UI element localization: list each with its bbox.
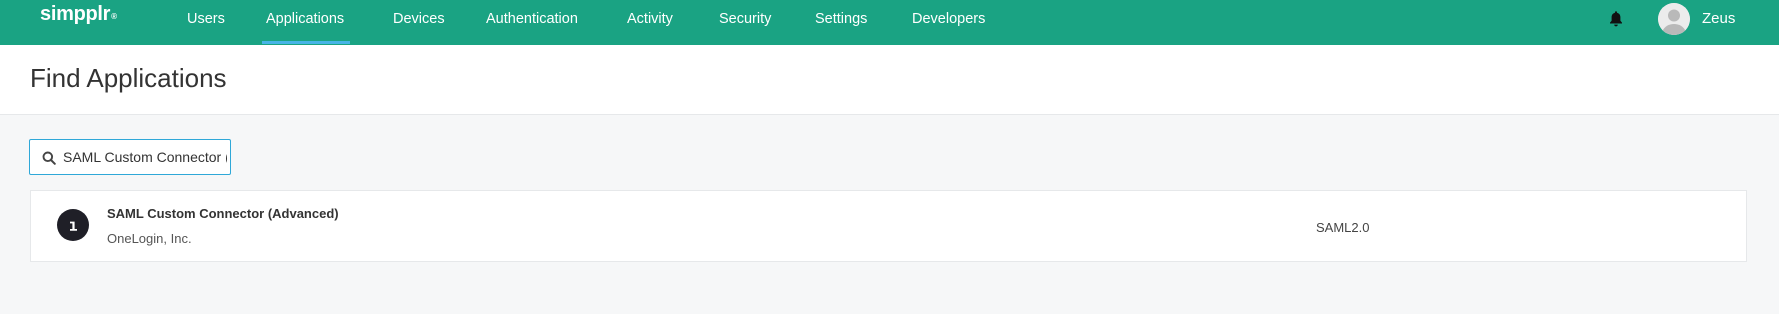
avatar-silhouette (1658, 3, 1690, 35)
app-vendor: OneLogin, Inc. (107, 231, 192, 246)
search-input[interactable] (63, 147, 227, 167)
app-result-row[interactable]: SAML Custom Connector (Advanced) OneLogi… (30, 190, 1747, 262)
nav-item-devices[interactable]: Devices (393, 0, 445, 45)
top-navigation-bar: simpplr® Users Applications Devices Auth… (0, 0, 1779, 45)
nav-item-security[interactable]: Security (719, 0, 771, 45)
user-avatar-icon[interactable] (1658, 3, 1690, 35)
logo-registered-mark: ® (111, 12, 117, 21)
nav-item-activity[interactable]: Activity (627, 0, 673, 45)
nav-item-settings[interactable]: Settings (815, 0, 867, 45)
app-name[interactable]: SAML Custom Connector (Advanced) (107, 206, 339, 221)
bell-icon[interactable] (1608, 10, 1624, 28)
search-icon (42, 151, 56, 165)
onelogin-logo-icon (57, 209, 89, 241)
onelogin-glyph (70, 221, 77, 231)
page-title: Find Applications (30, 63, 227, 93)
logo-text: simpplr (40, 3, 111, 25)
nav-item-developers[interactable]: Developers (912, 0, 985, 45)
search-box[interactable] (29, 139, 231, 175)
nav-item-authentication[interactable]: Authentication (486, 0, 578, 45)
nav-item-users[interactable]: Users (187, 0, 225, 45)
page-header: Find Applications (0, 45, 1779, 115)
user-name[interactable]: Zeus (1702, 0, 1735, 38)
nav-item-applications[interactable]: Applications (261, 0, 351, 45)
simpplr-logo[interactable]: simpplr® (40, 3, 117, 26)
app-type: SAML2.0 (1316, 220, 1370, 235)
